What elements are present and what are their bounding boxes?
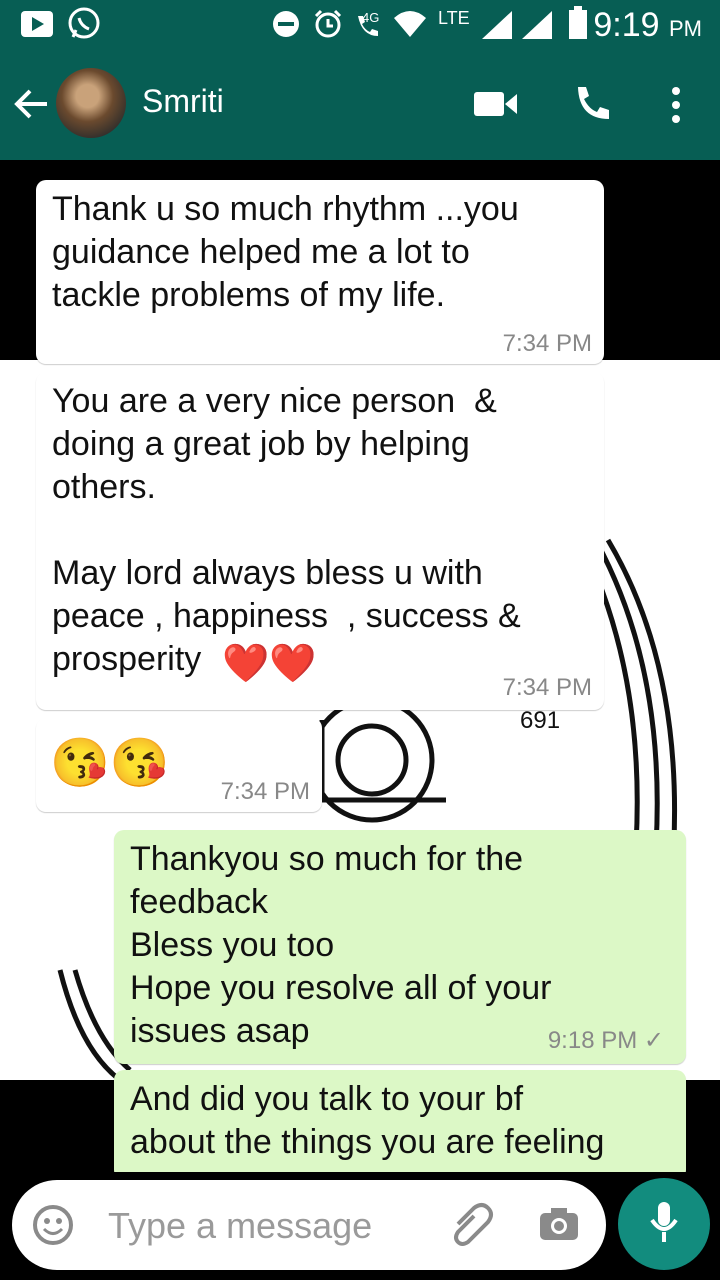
outgoing-message[interactable]: And did you talk to your bf about the th… [114,1070,686,1180]
voice-call-icon[interactable] [572,84,612,124]
message-time: 7:34 PM [502,674,592,701]
message-input[interactable]: Type a message [12,1180,606,1270]
dnd-icon [273,11,299,37]
alarm-icon [314,9,342,38]
incoming-message[interactable]: 😘😘 7:34 PM [36,718,322,812]
status-bar: 4G LTE 9:19 PM [0,0,720,48]
chat-header: Smriti [0,48,720,160]
attach-icon[interactable] [448,1202,494,1248]
message-text: And did you talk to your bf about the th… [130,1080,605,1161]
network-lte-label: LTE [438,8,470,28]
incoming-message[interactable]: Thank u so much rhythm ...you guidance h… [36,180,604,364]
video-app-icon [21,11,53,37]
network-4g-label: 4G [362,10,380,25]
camera-icon[interactable] [538,1206,580,1242]
chat-area[interactable]: 691 Thank u so much rhythm ...you guidan… [0,160,720,1180]
outgoing-message[interactable]: Thankyou so much for the feedback Bless … [114,830,686,1064]
incoming-message[interactable]: You are a very nice person & doing a gre… [36,372,604,710]
battery-icon [569,6,587,39]
sent-check-icon: ✓ [643,1027,664,1054]
message-time: 9:18 PM ✓ [547,1027,664,1054]
message-time: 7:34 PM [220,778,310,805]
kiss-emoji: 😘😘 [50,737,170,790]
mic-button[interactable] [618,1178,710,1270]
message-text: Thankyou so much for the feedback Bless … [130,840,552,1050]
back-arrow-icon[interactable] [14,88,48,120]
wifi-icon [394,11,426,37]
video-call-icon[interactable] [474,90,518,118]
signal-icon [482,11,512,39]
wallpaper-number: 691 [520,707,560,734]
heart-emoji: ❤️❤️ [222,643,317,685]
mic-icon [650,1202,678,1242]
contact-avatar[interactable] [56,68,126,138]
message-text: Thank u so much rhythm ...you guidance h… [52,190,519,314]
message-text: You are a very nice person & doing a gre… [52,382,521,678]
contact-name[interactable]: Smriti [142,83,224,120]
message-time: 7:34 PM [502,330,592,357]
input-placeholder: Type a message [108,1205,373,1246]
whatsapp-icon [68,7,100,39]
signal-icon [522,11,552,39]
emoji-icon[interactable] [32,1204,74,1246]
more-options-icon[interactable] [668,86,684,124]
clock: 9:19 PM [593,6,702,44]
